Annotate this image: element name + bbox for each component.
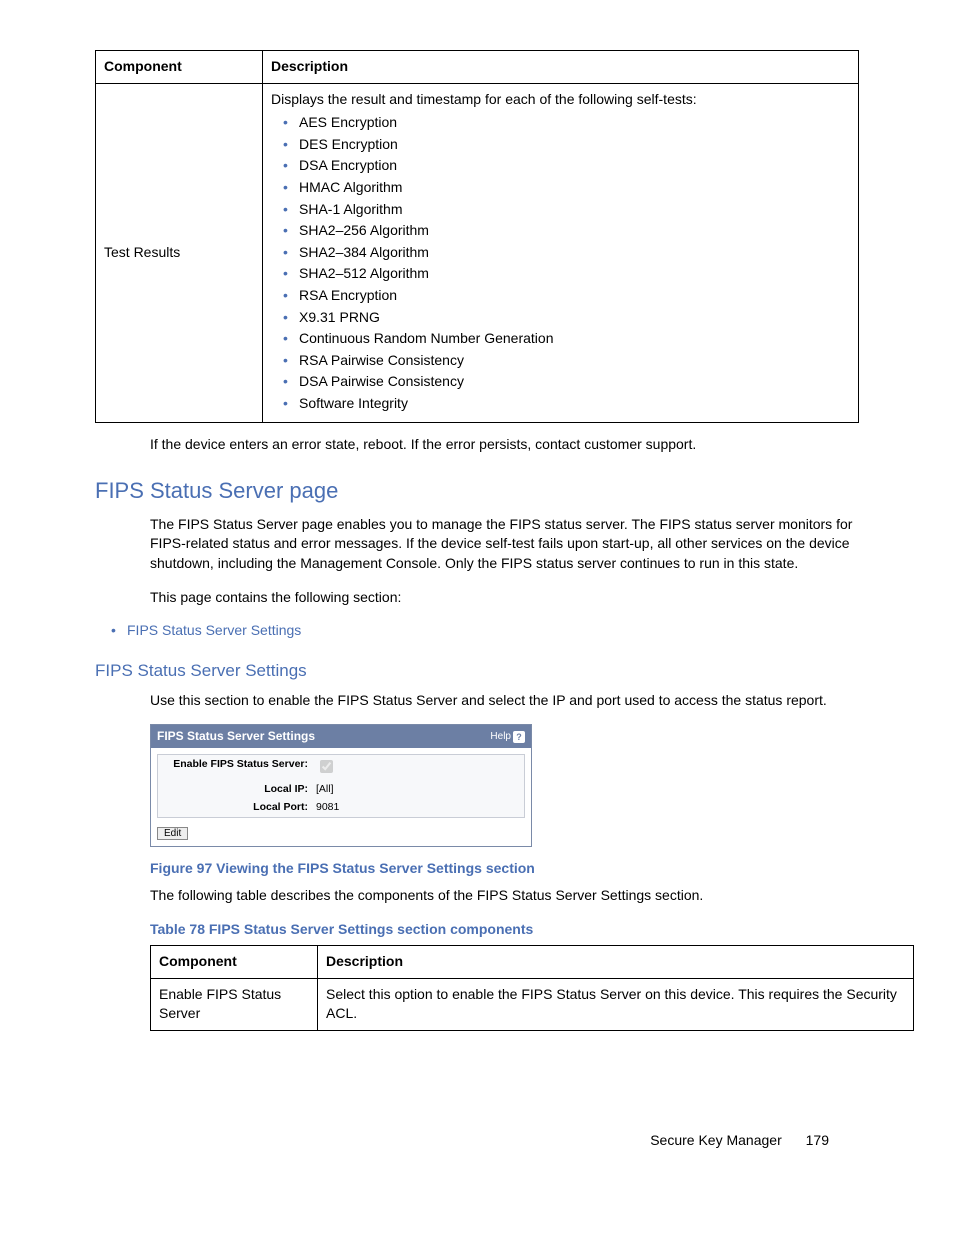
widget-title-text: FIPS Status Server Settings [157,728,315,745]
col-header-description: Description [263,51,859,84]
self-test-list: AES Encryption DES Encryption DSA Encryp… [271,113,850,413]
list-item: SHA2–256 Algorithm [283,221,850,241]
local-port-label: Local Port: [158,800,316,815]
subsection-paragraph: Use this section to enable the FIPS Stat… [150,691,859,711]
list-item: RSA Encryption [283,286,850,306]
figure-caption: Figure 97 Viewing the FIPS Status Server… [150,859,859,879]
list-item: DSA Pairwise Consistency [283,372,850,392]
fips-settings-link[interactable]: FIPS Status Server Settings [127,622,301,638]
cell-description: Select this option to enable the FIPS St… [318,978,914,1030]
cell-description: Displays the result and timestamp for ea… [263,83,859,422]
error-state-note: If the device enters an error state, reb… [150,435,859,455]
list-item: SHA2–384 Algorithm [283,243,850,263]
col-header-component: Component [96,51,263,84]
section-link-list: FIPS Status Server Settings [111,621,859,641]
list-item: X9.31 PRNG [283,308,850,328]
col-header-component: Component [151,946,318,979]
local-ip-label: Local IP: [158,782,316,797]
list-item: AES Encryption [283,113,850,133]
enable-label: Enable FIPS Status Server: [158,757,316,778]
components-table-2: Component Description Enable FIPS Status… [150,945,914,1031]
footer-page-number: 179 [806,1132,829,1148]
list-item: HMAC Algorithm [283,178,850,198]
footer-doc-name: Secure Key Manager [650,1132,782,1148]
subsection-heading: FIPS Status Server Settings [95,659,859,683]
list-item: SHA-1 Algorithm [283,200,850,220]
table-row: Test Results Displays the result and tim… [96,83,859,422]
section-heading: FIPS Status Server page [95,476,859,507]
description-intro: Displays the result and timestamp for ea… [271,90,850,110]
list-item: FIPS Status Server Settings [111,621,859,641]
list-item: DSA Encryption [283,156,850,176]
section-paragraph-2: This page contains the following section… [150,588,859,608]
col-header-description: Description [318,946,914,979]
components-table-1: Component Description Test Results Displ… [95,50,859,423]
help-link[interactable]: Help ? [490,730,525,744]
list-item: Software Integrity [283,394,850,414]
cell-component: Enable FIPS Status Server [151,978,318,1030]
fips-settings-widget: FIPS Status Server Settings Help ? Enabl… [150,724,532,846]
widget-titlebar: FIPS Status Server Settings Help ? [151,725,531,748]
table-row: Enable FIPS Status Server Select this op… [151,978,914,1030]
edit-button[interactable]: Edit [157,827,188,840]
list-item: DES Encryption [283,135,850,155]
help-icon: ? [513,731,525,743]
list-item: SHA2–512 Algorithm [283,264,850,284]
cell-component: Test Results [96,83,263,422]
enable-checkbox[interactable] [320,760,333,773]
local-port-value: 9081 [316,800,339,815]
widget-row-localip: Local IP: [All] [158,780,524,799]
section-paragraph-1: The FIPS Status Server page enables you … [150,515,859,574]
widget-row-localport: Local Port: 9081 [158,798,524,817]
local-ip-value: [All] [316,782,334,797]
help-label: Help [490,730,511,744]
list-item: RSA Pairwise Consistency [283,351,850,371]
page-footer: Secure Key Manager 179 [95,1131,859,1151]
list-item: Continuous Random Number Generation [283,329,850,349]
widget-row-enable: Enable FIPS Status Server: [158,755,524,780]
table-caption: Table 78 FIPS Status Server Settings sec… [150,920,859,940]
after-figure-text: The following table describes the compon… [150,886,859,906]
